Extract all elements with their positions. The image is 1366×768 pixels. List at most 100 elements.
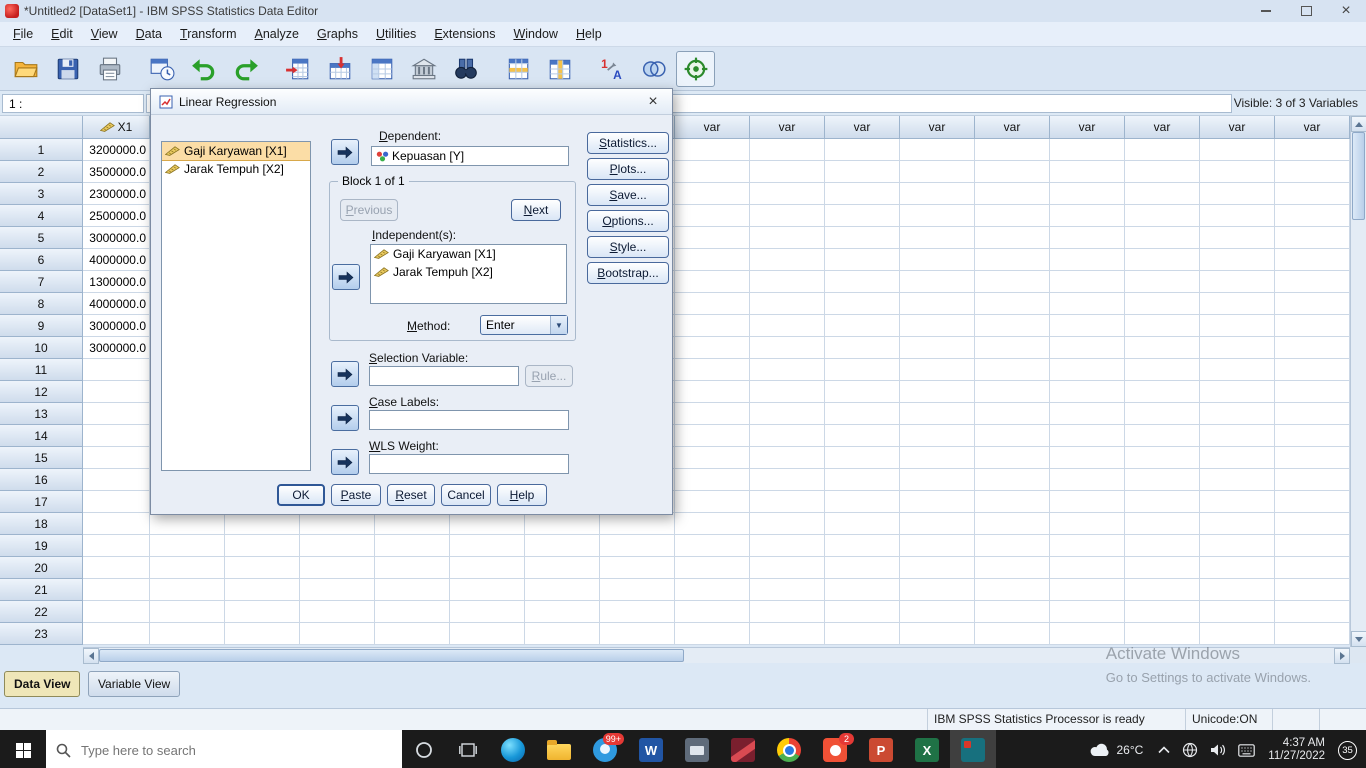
- cell[interactable]: [1050, 513, 1125, 535]
- menu-item[interactable]: File: [4, 24, 42, 44]
- cell[interactable]: [1050, 447, 1125, 469]
- cell[interactable]: [600, 623, 675, 645]
- cell[interactable]: [750, 557, 825, 579]
- cell[interactable]: [1125, 557, 1200, 579]
- cell[interactable]: [1050, 249, 1125, 271]
- help-button[interactable]: Help: [497, 484, 547, 506]
- notifications-button[interactable]: 35: [1333, 730, 1362, 768]
- cell[interactable]: [1275, 293, 1350, 315]
- cell-x1[interactable]: 3200000.0: [83, 139, 150, 161]
- row-header[interactable]: 3: [0, 183, 83, 205]
- cell[interactable]: [1275, 161, 1350, 183]
- cell[interactable]: [825, 535, 900, 557]
- row-header[interactable]: 20: [0, 557, 83, 579]
- cell-x1[interactable]: 3500000.0: [83, 161, 150, 183]
- grid-corner-cell[interactable]: [0, 116, 83, 139]
- cell[interactable]: [525, 579, 600, 601]
- cell[interactable]: [525, 535, 600, 557]
- cell[interactable]: [1125, 469, 1200, 491]
- cell[interactable]: [1050, 161, 1125, 183]
- cell[interactable]: [825, 359, 900, 381]
- cell[interactable]: [1050, 623, 1125, 645]
- cell[interactable]: [1050, 557, 1125, 579]
- column-header-var[interactable]: var: [750, 116, 825, 139]
- cell[interactable]: [1050, 469, 1125, 491]
- cell[interactable]: [1275, 315, 1350, 337]
- horizontal-scrollbar[interactable]: [83, 647, 1350, 663]
- search-input[interactable]: [79, 742, 363, 759]
- cell[interactable]: [825, 381, 900, 403]
- cell[interactable]: [675, 183, 750, 205]
- taskbar-app-edge[interactable]: [490, 730, 536, 768]
- cell[interactable]: [1050, 425, 1125, 447]
- cell[interactable]: [675, 337, 750, 359]
- cell[interactable]: [975, 447, 1050, 469]
- cell[interactable]: [375, 579, 450, 601]
- cell[interactable]: [150, 557, 225, 579]
- cell-x1[interactable]: [83, 491, 150, 513]
- taskbar-app-calculator[interactable]: [674, 730, 720, 768]
- column-header-var[interactable]: var: [1200, 116, 1275, 139]
- cell[interactable]: [525, 557, 600, 579]
- undo-button[interactable]: [184, 51, 223, 87]
- cell[interactable]: [1200, 535, 1275, 557]
- row-header[interactable]: 19: [0, 535, 83, 557]
- row-header[interactable]: 12: [0, 381, 83, 403]
- cell[interactable]: [1275, 491, 1350, 513]
- column-header-var[interactable]: var: [975, 116, 1050, 139]
- insert-cases-button[interactable]: [498, 51, 537, 87]
- cell[interactable]: [600, 601, 675, 623]
- cell[interactable]: [975, 293, 1050, 315]
- cell[interactable]: [1200, 579, 1275, 601]
- cell[interactable]: [825, 337, 900, 359]
- taskbar-app-spss[interactable]: [950, 730, 996, 768]
- move-wls-weight-button[interactable]: [331, 449, 359, 475]
- cell[interactable]: [825, 425, 900, 447]
- cell[interactable]: [300, 579, 375, 601]
- cell[interactable]: [1050, 381, 1125, 403]
- cell[interactable]: [1275, 513, 1350, 535]
- cell[interactable]: [975, 557, 1050, 579]
- cell[interactable]: [1050, 315, 1125, 337]
- row-header[interactable]: 13: [0, 403, 83, 425]
- cell[interactable]: [1200, 403, 1275, 425]
- cell[interactable]: [1125, 491, 1200, 513]
- cell[interactable]: [525, 623, 600, 645]
- weather-widget[interactable]: 26°C: [1081, 742, 1151, 758]
- cell[interactable]: [675, 425, 750, 447]
- cell[interactable]: [1275, 271, 1350, 293]
- method-dropdown[interactable]: Enter ▼: [480, 315, 568, 335]
- row-header[interactable]: 8: [0, 293, 83, 315]
- cell[interactable]: [150, 623, 225, 645]
- dialog-side-button[interactable]: Options...: [587, 210, 669, 232]
- cell[interactable]: [825, 579, 900, 601]
- cell[interactable]: [1275, 139, 1350, 161]
- dialog-side-button[interactable]: Style...: [587, 236, 669, 258]
- menu-item[interactable]: Analyze: [246, 24, 308, 44]
- find-button[interactable]: [446, 51, 485, 87]
- cell[interactable]: [825, 469, 900, 491]
- cell[interactable]: [1050, 601, 1125, 623]
- row-header[interactable]: 21: [0, 579, 83, 601]
- independent-variable-item[interactable]: Jarak Tempuh [X2]: [371, 263, 566, 281]
- row-header[interactable]: 17: [0, 491, 83, 513]
- cell[interactable]: [375, 623, 450, 645]
- scroll-right-button[interactable]: [1334, 648, 1350, 664]
- cell[interactable]: [1125, 271, 1200, 293]
- menu-item[interactable]: Graphs: [308, 24, 367, 44]
- move-dependent-button[interactable]: [331, 139, 359, 165]
- cell[interactable]: [675, 513, 750, 535]
- tab-data-view[interactable]: Data View: [4, 671, 80, 697]
- dialog-side-button[interactable]: Statistics...: [587, 132, 669, 154]
- cell[interactable]: [900, 601, 975, 623]
- cell[interactable]: [675, 403, 750, 425]
- move-case-labels-button[interactable]: [331, 405, 359, 431]
- row-header[interactable]: 18: [0, 513, 83, 535]
- cell[interactable]: [975, 315, 1050, 337]
- cell[interactable]: [825, 293, 900, 315]
- dialog-titlebar[interactable]: Linear Regression: [151, 89, 672, 115]
- cell[interactable]: [975, 161, 1050, 183]
- row-header[interactable]: 23: [0, 623, 83, 645]
- row-header[interactable]: 2: [0, 161, 83, 183]
- cell[interactable]: [1275, 579, 1350, 601]
